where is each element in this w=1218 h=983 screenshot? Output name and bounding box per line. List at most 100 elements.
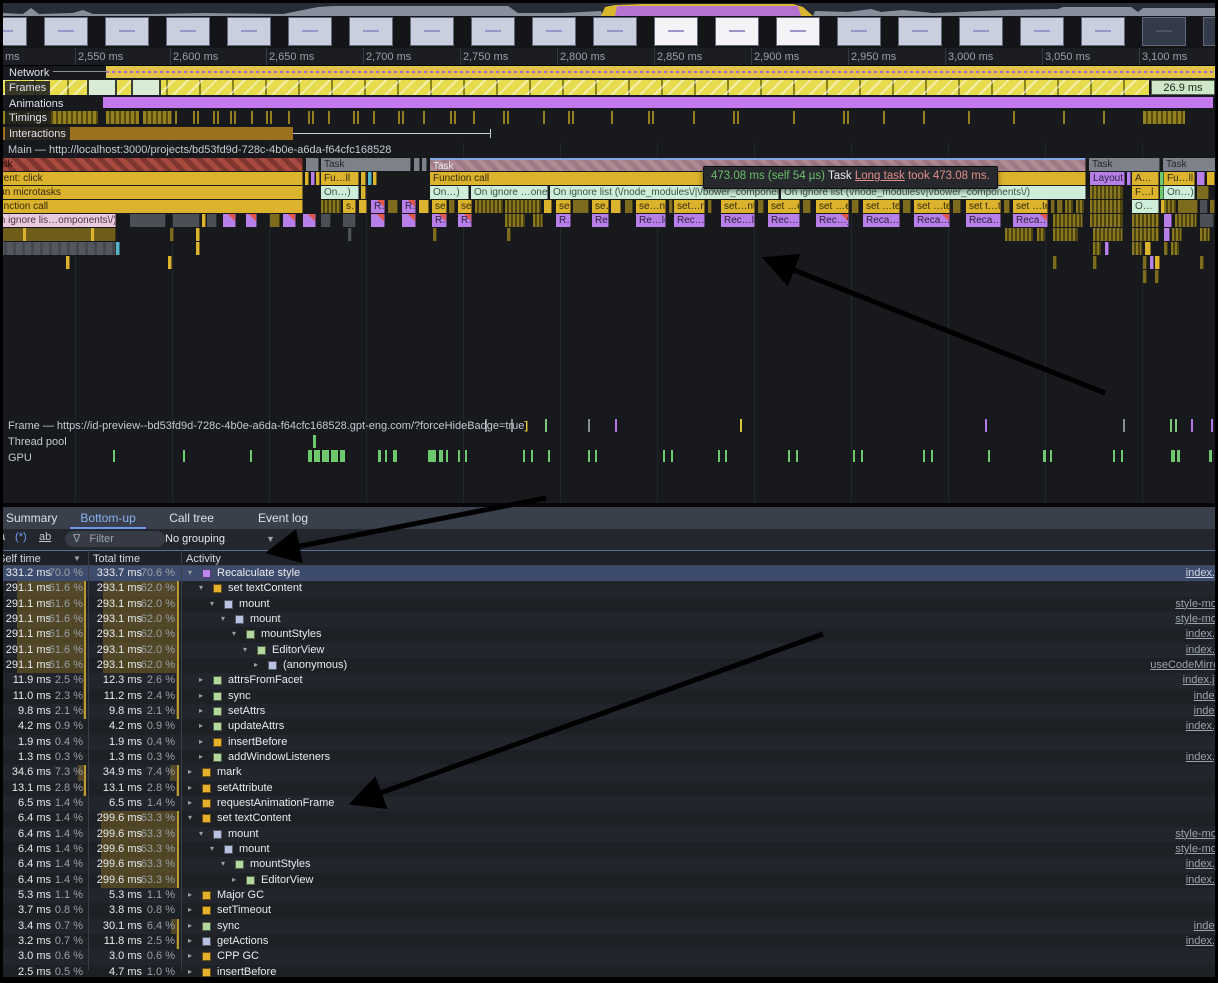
collapse-arrow-icon[interactable]: ▾ <box>199 829 203 838</box>
flame-bar[interactable]: Rec…le <box>721 214 755 227</box>
flame-bar[interactable]: set …tent <box>1013 200 1048 213</box>
flame-bar[interactable]: R… <box>371 200 385 213</box>
flame-bar[interactable]: Event: click <box>3 172 303 185</box>
flame-bar[interactable] <box>1053 256 1057 269</box>
bottomup-row[interactable]: 1.9 ms0.4 %1.9 ms0.4 %▸insertBefore <box>3 735 1215 750</box>
flame-bar[interactable] <box>202 214 206 227</box>
flame-bar[interactable]: On…) <box>1164 186 1195 199</box>
collapse-arrow-icon[interactable]: ▾ <box>188 813 192 822</box>
flame-bar[interactable] <box>475 200 503 213</box>
source-link[interactable]: style-mod <box>1175 613 1215 625</box>
flame-bar[interactable] <box>343 214 356 227</box>
flame-bar[interactable]: Re…e <box>592 214 609 227</box>
flame-bar[interactable] <box>505 214 525 227</box>
expand-arrow-icon[interactable]: ▸ <box>199 675 203 684</box>
flame-bar[interactable] <box>283 214 296 227</box>
flame-bar[interactable]: Task <box>1089 158 1160 171</box>
whole-word-icon[interactable]: ab <box>39 531 51 543</box>
flame-bar[interactable] <box>1164 242 1168 255</box>
flame-bar[interactable]: set …ent <box>816 200 849 213</box>
source-link[interactable]: index.js <box>1186 858 1215 870</box>
flame-bar[interactable] <box>196 242 200 255</box>
flame-bar[interactable] <box>303 214 316 227</box>
flame-bar[interactable] <box>321 200 341 213</box>
flame-bar[interactable] <box>669 200 673 213</box>
screenshot-thumbnail[interactable] <box>959 17 1003 46</box>
flame-bar[interactable]: Fu…ll <box>1164 172 1195 185</box>
frame-duration-badge[interactable]: 26.9 ms <box>1151 80 1215 95</box>
flame-bar[interactable] <box>625 200 633 213</box>
flame-bar[interactable]: Reca…tyle <box>966 214 1001 227</box>
screenshot-thumbnail[interactable] <box>1020 17 1064 46</box>
flame-bar[interactable] <box>1145 242 1151 255</box>
flame-bar[interactable] <box>130 214 166 227</box>
self-time-column-header[interactable]: Self time <box>3 552 41 566</box>
bottomup-row[interactable]: 291.1 ms61.6 %293.1 ms62.0 %▾set textCon… <box>3 581 1215 596</box>
flame-bar[interactable]: Layout <box>1090 172 1125 185</box>
flame-bar[interactable]: Task <box>3 158 303 171</box>
flame-bar[interactable]: Run microtasks <box>3 186 303 199</box>
expand-arrow-icon[interactable]: ▸ <box>199 691 203 700</box>
flame-bar[interactable]: Fu…ll <box>321 172 359 185</box>
flame-bar[interactable] <box>168 256 172 269</box>
flame-bar[interactable] <box>23 228 27 241</box>
tab-call-tree[interactable]: Call tree <box>159 507 224 529</box>
flame-bar[interactable] <box>1132 242 1142 255</box>
bottomup-row[interactable]: 6.4 ms1.4 %299.6 ms63.3 %▾set textConten… <box>3 811 1215 826</box>
collapse-arrow-icon[interactable]: ▾ <box>188 568 192 577</box>
flame-bar[interactable]: A… <box>1132 172 1159 185</box>
flame-bar[interactable] <box>1053 214 1083 227</box>
flame-bar[interactable]: set …ent <box>768 200 800 213</box>
tab-bottom-up[interactable]: Bottom-up <box>70 507 145 529</box>
flame-bar[interactable] <box>223 214 236 227</box>
bottomup-row[interactable]: 11.9 ms2.5 %12.3 ms2.6 %▸attrsFromFaceti… <box>3 673 1215 688</box>
screenshot-thumbnail[interactable] <box>227 17 271 46</box>
flame-bar[interactable] <box>305 172 309 185</box>
bottomup-row[interactable]: 13.1 ms2.8 %13.1 ms2.8 %▸setAttribute <box>3 781 1215 796</box>
bottomup-row[interactable]: 34.6 ms7.3 %34.9 ms7.4 %▸mark <box>3 765 1215 780</box>
column-divider[interactable] <box>181 550 182 970</box>
flame-bar[interactable]: Function call <box>3 200 303 213</box>
flame-bar[interactable] <box>1037 228 1045 241</box>
expand-arrow-icon[interactable]: ▸ <box>254 660 258 669</box>
flame-bar[interactable]: s…t <box>343 200 356 213</box>
expand-arrow-icon[interactable]: ▸ <box>188 890 192 899</box>
source-link[interactable]: index.js <box>1186 644 1215 656</box>
flame-bar[interactable] <box>953 200 961 213</box>
flame-bar[interactable] <box>348 228 352 241</box>
flame-bar[interactable] <box>1155 256 1160 269</box>
flame-bar[interactable]: Task <box>1163 158 1215 171</box>
bottomup-row[interactable]: 6.4 ms1.4 %299.6 ms63.3 %▾mountStylesind… <box>3 857 1215 872</box>
flame-bar[interactable] <box>507 228 511 241</box>
expand-arrow-icon[interactable]: ▸ <box>188 951 192 960</box>
flame-bar[interactable] <box>419 200 429 213</box>
bottomup-row[interactable]: 11.0 ms2.3 %11.2 ms2.4 %▸syncindex. <box>3 689 1215 704</box>
screenshot-thumbnail[interactable] <box>410 17 454 46</box>
flame-bar[interactable] <box>3 242 116 255</box>
screenshot-thumbnail[interactable] <box>532 17 576 46</box>
expand-arrow-icon[interactable]: ▸ <box>188 767 192 776</box>
source-link[interactable]: index.js <box>1186 720 1215 732</box>
flame-bar[interactable] <box>1164 200 1176 213</box>
flame-bar[interactable] <box>66 256 70 269</box>
flame-bar[interactable] <box>903 200 911 213</box>
frame-section-title[interactable]: Frame — https://id-preview--bd53fd9d-728… <box>8 420 528 432</box>
flame-bar[interactable] <box>1065 200 1073 213</box>
expand-arrow-icon[interactable]: ▸ <box>232 875 236 884</box>
collapse-arrow-icon[interactable]: ▾ <box>221 614 225 623</box>
flame-bar[interactable] <box>316 172 320 185</box>
flame-bar[interactable] <box>852 200 859 213</box>
source-link[interactable]: style-mod <box>1175 828 1215 840</box>
flame-bar[interactable] <box>1164 214 1172 227</box>
expand-arrow-icon[interactable]: ▸ <box>199 721 203 730</box>
source-link[interactable]: index.js: <box>1183 674 1215 686</box>
screenshot-thumbnail[interactable] <box>288 17 332 46</box>
flame-bar[interactable]: R… <box>402 200 416 213</box>
flame-bar[interactable] <box>1197 186 1209 199</box>
flame-bar[interactable]: Task <box>321 158 411 171</box>
expand-arrow-icon[interactable]: ▸ <box>199 737 203 746</box>
flame-bar[interactable] <box>116 242 120 255</box>
flame-bar[interactable]: set…nt <box>721 200 755 213</box>
flame-bar[interactable] <box>544 200 552 213</box>
flame-bar[interactable] <box>449 200 455 213</box>
